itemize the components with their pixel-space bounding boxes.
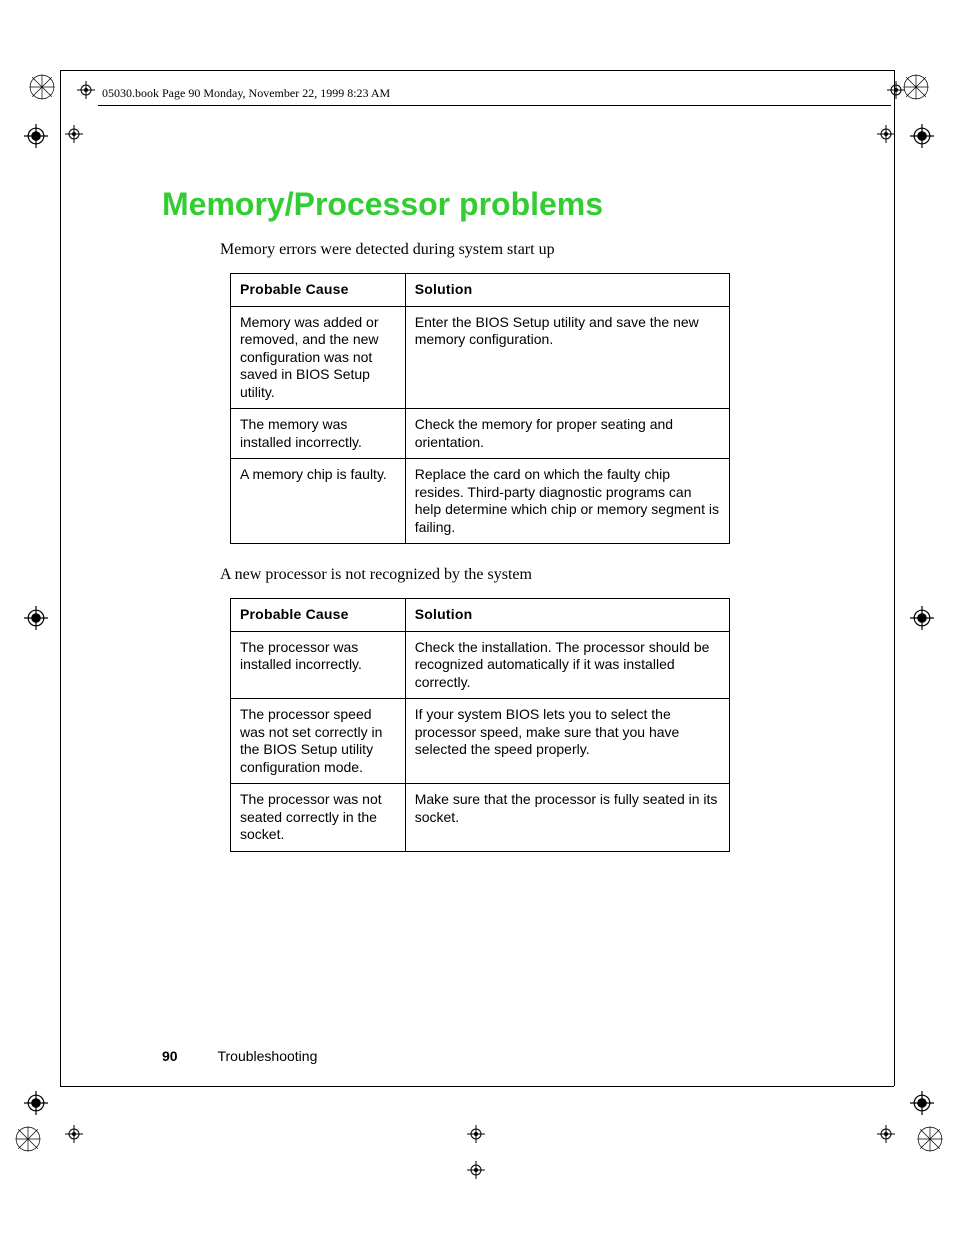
crosshair-icon — [64, 124, 84, 144]
crosshair-icon — [466, 1124, 486, 1144]
cell-cause: The memory was installed incorrectly. — [231, 409, 406, 459]
crosshair-icon — [876, 124, 896, 144]
cell-solution: If your system BIOS lets you to select t… — [405, 699, 729, 784]
page-number: 90 — [162, 1048, 178, 1064]
registration-mark-icon — [28, 73, 56, 101]
crosshair-icon — [76, 80, 96, 100]
cell-cause: A memory chip is faulty. — [231, 459, 406, 544]
table-row: The processor was not seated correctly i… — [231, 784, 730, 852]
table-header-row: Probable Cause Solution — [231, 599, 730, 632]
crosshair-icon — [910, 1091, 934, 1115]
cell-cause: The processor speed was not set correctl… — [231, 699, 406, 784]
cell-cause: The processor was not seated correctly i… — [231, 784, 406, 852]
crop-line — [894, 70, 895, 1086]
crosshair-icon — [876, 1124, 896, 1144]
table-row: Memory was added or removed, and the new… — [231, 306, 730, 409]
crosshair-icon — [910, 124, 934, 148]
section1-intro: Memory errors were detected during syste… — [220, 241, 742, 259]
page-footer: 90 Troubleshooting — [162, 1048, 317, 1064]
page: 05030.book Page 90 Monday, November 22, … — [0, 0, 954, 1235]
section2-intro: A new processor is not recognized by the… — [220, 566, 742, 584]
registration-mark-icon — [14, 1125, 42, 1153]
crosshair-icon — [910, 606, 934, 630]
running-header: 05030.book Page 90 Monday, November 22, … — [98, 84, 891, 106]
crop-line — [60, 70, 61, 1086]
content-area: Memory/Processor problems Memory errors … — [162, 186, 742, 874]
footer-section: Troubleshooting — [217, 1048, 317, 1064]
registration-mark-icon — [916, 1125, 944, 1153]
registration-mark-icon — [902, 73, 930, 101]
table-row: The processor speed was not set correctl… — [231, 699, 730, 784]
table-row: The processor was installed incorrectly.… — [231, 631, 730, 699]
table-memory-errors: Probable Cause Solution Memory was added… — [230, 273, 730, 544]
col-header-cause: Probable Cause — [231, 274, 406, 307]
cell-solution: Check the memory for proper seating and … — [405, 409, 729, 459]
crosshair-icon — [466, 1160, 486, 1180]
col-header-solution: Solution — [405, 274, 729, 307]
table-header-row: Probable Cause Solution — [231, 274, 730, 307]
crosshair-icon — [64, 1124, 84, 1144]
cell-cause: The processor was installed incorrectly. — [231, 631, 406, 699]
crosshair-icon — [24, 606, 48, 630]
cell-solution: Enter the BIOS Setup utility and save th… — [405, 306, 729, 409]
running-header-text: 05030.book Page 90 Monday, November 22, … — [102, 86, 390, 100]
col-header-solution: Solution — [405, 599, 729, 632]
crop-line — [60, 1086, 894, 1087]
table-row: The memory was installed incorrectly. Ch… — [231, 409, 730, 459]
cell-solution: Check the installation. The processor sh… — [405, 631, 729, 699]
table-row: A memory chip is faulty. Replace the car… — [231, 459, 730, 544]
col-header-cause: Probable Cause — [231, 599, 406, 632]
crosshair-icon — [24, 1091, 48, 1115]
table-processor-errors: Probable Cause Solution The processor wa… — [230, 598, 730, 852]
cell-solution: Make sure that the processor is fully se… — [405, 784, 729, 852]
crosshair-icon — [24, 124, 48, 148]
crop-line — [60, 70, 894, 71]
page-title: Memory/Processor problems — [162, 186, 742, 223]
cell-cause: Memory was added or removed, and the new… — [231, 306, 406, 409]
cell-solution: Replace the card on which the faulty chi… — [405, 459, 729, 544]
